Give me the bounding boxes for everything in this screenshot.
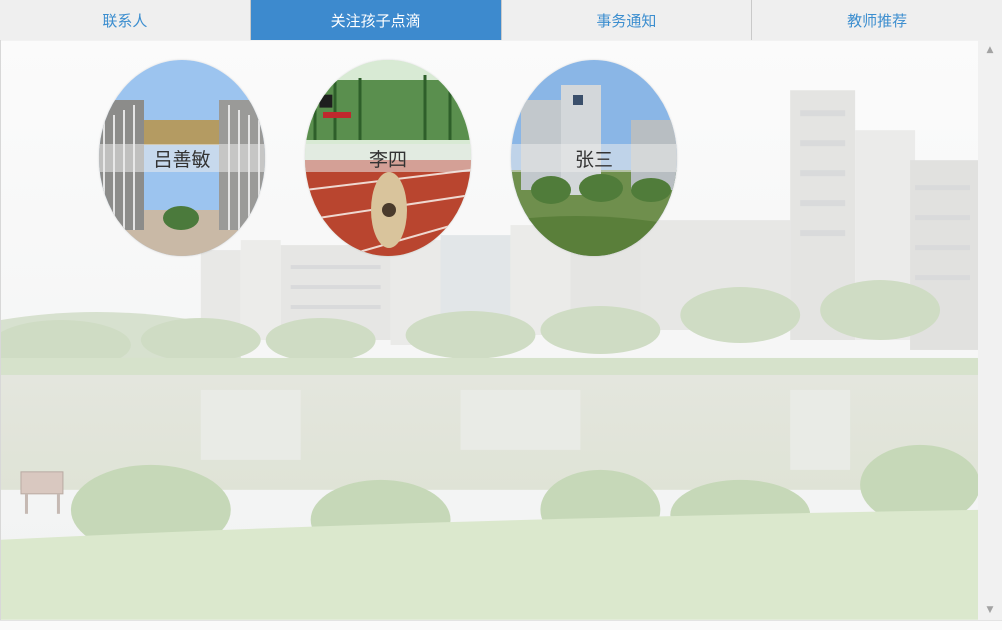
contact-name: 吕善敏 <box>99 144 265 172</box>
scroll-up-arrow-icon[interactable]: ▲ <box>978 40 1002 60</box>
tab-follow-child[interactable]: 关注孩子点滴 <box>250 0 502 40</box>
contact-name: 张三 <box>511 144 677 172</box>
tab-bar: 联系人 关注孩子点滴 事务通知 教师推荐 <box>0 0 1002 41</box>
tab-teacher-recommend[interactable]: 教师推荐 <box>752 0 1002 40</box>
vertical-scrollbar[interactable]: ▲ ▼ <box>978 40 1002 620</box>
tab-contacts[interactable]: 联系人 <box>0 0 251 40</box>
contact-card-lv-shanmin[interactable]: 吕善敏 <box>99 60 265 256</box>
contact-name: 李四 <box>305 144 471 172</box>
scroll-down-arrow-icon[interactable]: ▼ <box>978 600 1002 620</box>
contact-card-zhang-san[interactable]: 张三 <box>511 60 677 256</box>
content-area: 吕善敏 ▪ 李四 张三 <box>0 40 978 620</box>
svg-text:▪: ▪ <box>317 85 335 115</box>
tab-notices[interactable]: 事务通知 <box>502 0 753 40</box>
contact-card-li-si[interactable]: ▪ 李四 <box>305 60 471 256</box>
